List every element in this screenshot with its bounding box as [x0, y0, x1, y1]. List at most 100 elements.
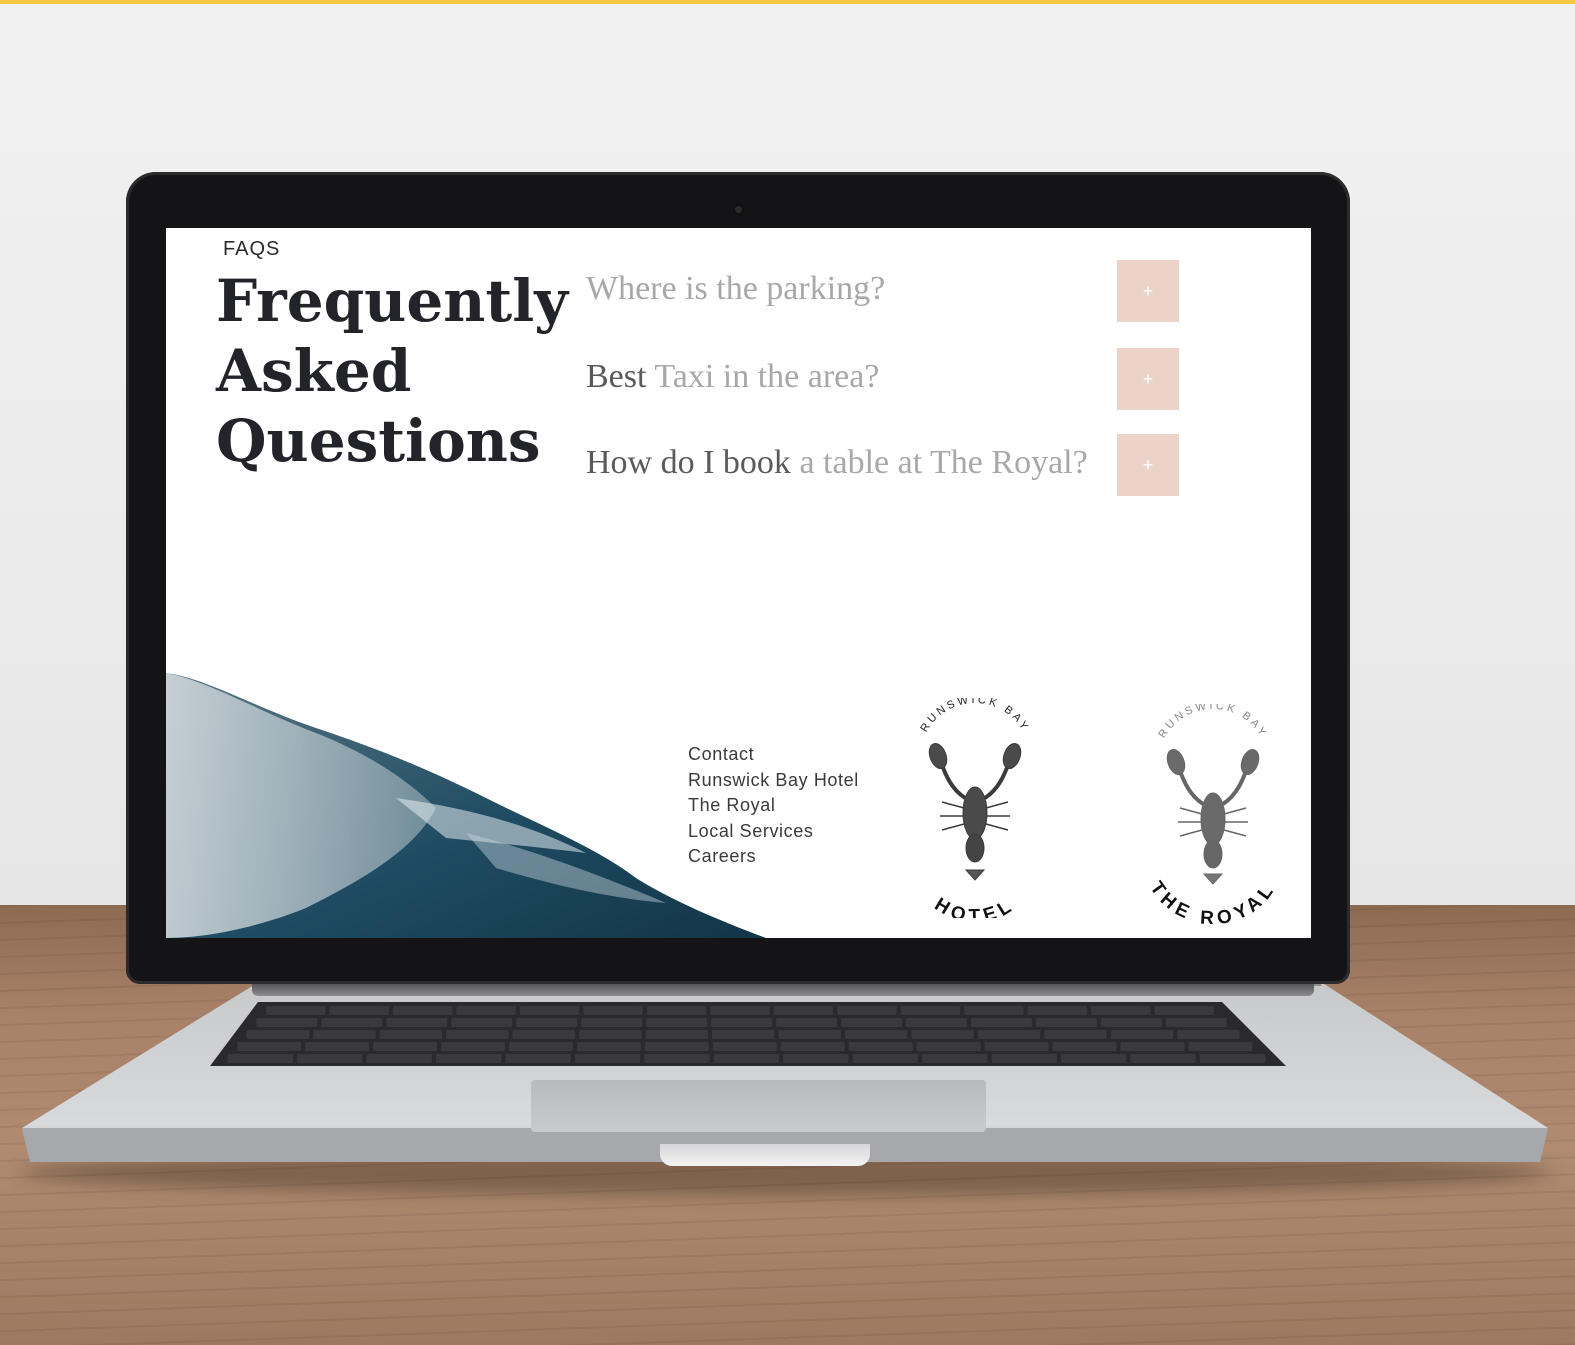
keyboard-key — [1110, 1030, 1174, 1039]
keyboard-key — [852, 1054, 918, 1063]
keyboard-key — [519, 1006, 580, 1015]
keyboard-key — [1199, 1054, 1266, 1063]
keyboard-key — [237, 1042, 302, 1051]
keyboard-key — [366, 1054, 432, 1063]
lobster-icon — [1166, 748, 1260, 885]
lobster-icon — [928, 742, 1022, 881]
keyboard-key — [512, 1030, 576, 1039]
keyboard-key — [711, 1030, 775, 1039]
keyboard-key — [984, 1042, 1049, 1051]
page-title: Frequently Asked Questions — [216, 267, 568, 475]
keyboard-key — [780, 1042, 845, 1051]
trackpad — [531, 1080, 986, 1132]
keyboard-key — [778, 1030, 841, 1039]
keyboard-key — [574, 1054, 641, 1063]
keyboard-key — [516, 1018, 578, 1027]
laptop-lip — [660, 1144, 870, 1166]
keyboard-key — [227, 1054, 294, 1063]
keyboard-key — [911, 1030, 974, 1039]
keyboard-key — [373, 1042, 438, 1051]
keyboard-key — [977, 1030, 1041, 1039]
keyboard-key — [1120, 1042, 1185, 1051]
keyboard-key — [1165, 1018, 1227, 1027]
keyboard-key — [579, 1030, 642, 1039]
keyboard-key — [505, 1054, 571, 1063]
keyboard-key — [922, 1054, 988, 1063]
keyboard-key — [712, 1042, 777, 1051]
keyboard-key — [1100, 1018, 1162, 1027]
footer-link-careers[interactable]: Careers — [688, 844, 859, 870]
keyboard-key — [900, 1006, 961, 1015]
keyboard-key — [644, 1054, 710, 1063]
webcam-icon — [732, 203, 745, 216]
keyboard-key — [644, 1042, 709, 1051]
keyboard-key — [581, 1018, 643, 1027]
keyboard-key — [646, 1018, 708, 1027]
keyboard-key — [1027, 1006, 1088, 1015]
keyboard-key — [329, 1006, 389, 1015]
keyboard-key — [1130, 1054, 1196, 1063]
keyboard-key — [848, 1042, 913, 1051]
faq-item-taxi[interactable]: Best Taxi in the area? + — [586, 348, 1186, 410]
section-label: FAQS — [223, 238, 281, 260]
faq-question[interactable]: Where is the parking? — [586, 270, 885, 308]
laptop-screen: FAQS Frequently Asked Questions Where is… — [166, 228, 1311, 938]
keyboard-key — [256, 1018, 318, 1027]
keyboard-key — [844, 1030, 908, 1039]
keyboard-key — [645, 1030, 708, 1039]
keyboard-key — [305, 1042, 370, 1051]
keyboard-key — [297, 1054, 363, 1063]
keyboard-key — [646, 1006, 707, 1015]
keyboard-key — [710, 1006, 770, 1015]
keyboard-key — [446, 1030, 509, 1039]
expand-button[interactable]: + — [1117, 434, 1179, 496]
keyboard-key — [783, 1054, 849, 1063]
keyboard-key — [1035, 1018, 1097, 1027]
keyboard-key — [508, 1042, 573, 1051]
faq-question[interactable]: How do I book a table at The Royal? — [586, 444, 1088, 482]
keyboard-key — [970, 1018, 1032, 1027]
keyboard-key — [435, 1054, 502, 1063]
footer-link-royal[interactable]: The Royal — [688, 793, 859, 819]
keyboard-key — [1188, 1042, 1253, 1051]
expand-button[interactable]: + — [1117, 260, 1179, 322]
footer-link-hotel[interactable]: Runswick Bay Hotel — [688, 768, 859, 794]
svg-text:HOTEL: HOTEL — [931, 894, 1020, 918]
keyboard-key — [711, 1018, 773, 1027]
keyboard-key — [1044, 1030, 1107, 1039]
keyboard-key — [1091, 1006, 1151, 1015]
keyboard-key — [906, 1018, 967, 1027]
footer-link-contact[interactable]: Contact — [688, 742, 859, 768]
keyboard-key — [776, 1018, 838, 1027]
keyboard-key — [456, 1006, 516, 1015]
keyboard-key — [246, 1030, 310, 1039]
faq-question[interactable]: Best Taxi in the area? — [586, 358, 879, 396]
expand-button[interactable]: + — [1117, 348, 1179, 410]
keyboard-key — [964, 1006, 1024, 1015]
keyboard-key — [1052, 1042, 1117, 1051]
svg-text:THE ROYAL: THE ROYAL — [1146, 878, 1281, 924]
footer-link-local-services[interactable]: Local Services — [688, 819, 859, 845]
keyboard-key — [386, 1018, 448, 1027]
keyboard-key — [1060, 1054, 1127, 1063]
keyboard-key — [266, 1006, 326, 1015]
keyboard-key — [773, 1006, 834, 1015]
runswick-bay-hotel-logo[interactable]: RUNSWICK BAY HOTEL — [890, 698, 1060, 918]
keyboard-key — [441, 1042, 505, 1051]
keyboard-key — [392, 1006, 453, 1015]
keyboard-key — [1154, 1006, 1214, 1015]
keyboard-key — [1177, 1030, 1240, 1039]
keyboard-key — [841, 1018, 902, 1027]
keyboard-key — [713, 1054, 780, 1063]
keyboard-key — [916, 1042, 981, 1051]
keyboard-key — [583, 1006, 643, 1015]
keyboard-key — [451, 1018, 513, 1027]
keyboard-key — [321, 1018, 383, 1027]
footer-nav: Contact Runswick Bay Hotel The Royal Loc… — [688, 742, 859, 870]
faq-item-parking[interactable]: Where is the parking? + — [586, 260, 1186, 322]
faq-item-booking[interactable]: How do I book a table at The Royal? + — [586, 434, 1186, 496]
keyboard-key — [991, 1054, 1057, 1063]
keyboard-key — [576, 1042, 641, 1051]
svg-text:RUNSWICK BAY: RUNSWICK BAY — [1156, 704, 1269, 740]
the-royal-logo[interactable]: RUNSWICK BAY THE ROYAL — [1128, 704, 1298, 924]
